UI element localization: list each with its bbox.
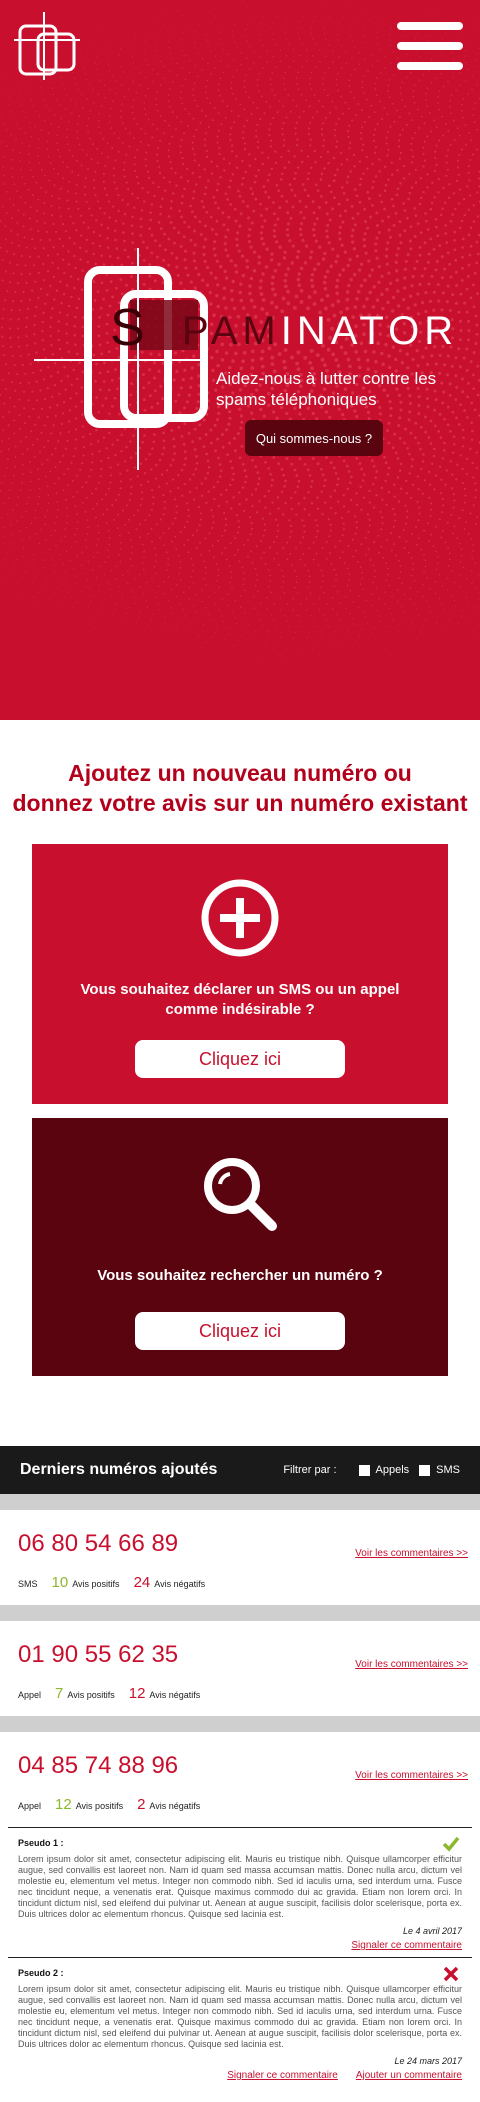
search-button[interactable]: Cliquez ici: [135, 1312, 345, 1350]
checkmark-icon: [442, 1836, 460, 1852]
view-comments-link[interactable]: Voir les commentaires >>: [355, 1548, 468, 1559]
search-card: Vous souhaitez rechercher un numéro ? Cl…: [32, 1118, 448, 1376]
declare-card: Vous souhaitez déclarer un SMS ou un app…: [32, 844, 448, 1104]
report-comment-link[interactable]: Signaler ce commentaire: [351, 1940, 462, 1951]
positive-count: 12: [55, 1796, 72, 1813]
number-type: SMS: [18, 1579, 38, 1589]
sms-checkbox[interactable]: [419, 1464, 431, 1476]
comment: Pseudo 2 : Lorem ipsum dolor sit amet, c…: [8, 1957, 472, 2087]
positive-label: Avis positifs: [67, 1690, 115, 1700]
about-button[interactable]: Qui sommes-nous ?: [245, 420, 383, 456]
calls-checkbox[interactable]: [358, 1464, 370, 1476]
negative-label: Avis négatifs: [149, 1690, 201, 1700]
brand-name: PAMINATOR: [182, 309, 458, 354]
comment-body: Lorem ipsum dolor sit amet, consectetur …: [18, 1984, 462, 2049]
add-comment-link[interactable]: Ajouter un commentaire: [356, 2070, 462, 2081]
view-comments-link[interactable]: Voir les commentaires >>: [355, 1659, 468, 1670]
declare-button[interactable]: Cliquez ici: [135, 1040, 345, 1078]
comment-body: Lorem ipsum dolor sit amet, consectetur …: [18, 1854, 462, 1919]
filter-calls[interactable]: Appels: [358, 1464, 410, 1476]
number-row: 06 80 54 66 89 Voir les commentaires >> …: [0, 1510, 480, 1605]
negative-count: 2: [137, 1796, 146, 1813]
negative-label: Avis négatifs: [149, 1801, 201, 1811]
phone-number: 04 85 74 88 96: [18, 1752, 179, 1779]
comments-section: Pseudo 1 : Lorem ipsum dolor sit amet, c…: [0, 1827, 480, 2087]
number-stats: Appel 12 Avis positifs 2 Avis négatifs: [18, 1796, 200, 1813]
comment-date: Le 4 avril 2017: [402, 1926, 462, 1936]
section-title: Ajoutez un nouveau numéro ou donnez votr…: [0, 758, 480, 818]
number-row: 01 90 55 62 35 Voir les commentaires >> …: [0, 1621, 480, 1716]
number-stats: SMS 10 Avis positifs 24 Avis négatifs: [18, 1574, 205, 1591]
search-text: Vous souhaitez rechercher un numéro ?: [97, 1267, 383, 1284]
positive-count: 10: [51, 1574, 69, 1591]
row-separator: [0, 1494, 480, 1510]
plus-circle-icon: [201, 879, 279, 957]
cross-icon: [443, 1966, 459, 1982]
declare-text: Vous souhaitez déclarer un SMS ou un app…: [80, 981, 400, 1018]
magnifier-icon: [204, 1158, 277, 1231]
hero-tagline: Aidez-nous à lutter contre les spams tél…: [216, 369, 437, 409]
comment-author: Pseudo 1 :: [18, 1838, 64, 1848]
latest-numbers: Derniers numéros ajoutés Filtrer par : A…: [0, 1446, 480, 1827]
comment-date: Le 24 mars 2017: [394, 2056, 462, 2066]
filter-sms-label: SMS: [436, 1464, 460, 1476]
number-type: Appel: [18, 1801, 42, 1811]
filter-sms[interactable]: SMS: [419, 1464, 460, 1476]
section-title-line1: Ajoutez un nouveau numéro ou: [68, 760, 412, 786]
positive-label: Avis positifs: [75, 1801, 124, 1811]
site-logo[interactable]: [14, 12, 80, 80]
positive-label: Avis positifs: [72, 1579, 120, 1589]
brand-logo-s: S: [110, 299, 145, 357]
comment: Pseudo 1 : Lorem ipsum dolor sit amet, c…: [8, 1827, 472, 1957]
comment-actions: Signaler ce commentaire Ajouter un commen…: [18, 2070, 462, 2081]
number-type: Appel: [18, 1690, 42, 1700]
phone-number: 01 90 55 62 35: [18, 1641, 179, 1668]
negative-count: 24: [133, 1574, 151, 1591]
brand-name-rest: INATOR: [280, 309, 459, 353]
comment-actions: Signaler ce commentaire: [18, 1940, 462, 1951]
list-header: Derniers numéros ajoutés Filtrer par : A…: [0, 1446, 480, 1494]
filter-calls-label: Appels: [375, 1464, 410, 1476]
brand-name-pam: PAM: [182, 309, 281, 353]
list-title: Derniers numéros ajoutés: [20, 1461, 218, 1478]
menu-icon[interactable]: [397, 22, 463, 70]
comment-author: Pseudo 2 :: [18, 1968, 64, 1978]
filter-label: Filtrer par :: [283, 1464, 337, 1476]
number-stats: Appel 7 Avis positifs 12 Avis négatifs: [18, 1685, 200, 1702]
negative-label: Avis négatifs: [154, 1579, 206, 1589]
report-comment-link[interactable]: Signaler ce commentaire: [227, 2070, 338, 2081]
hero-banner: S PAMINATOR Aidez-nous à lutter contre l…: [0, 0, 480, 720]
row-separator: [0, 1605, 480, 1621]
add-number-section: Ajoutez un nouveau numéro ou donnez votr…: [0, 720, 480, 1376]
section-title-line2: donnez votre avis sur un numéro existant: [12, 790, 468, 816]
number-row: 04 85 74 88 96 Voir les commentaires >> …: [0, 1732, 480, 1827]
row-separator: [0, 1716, 480, 1732]
view-comments-link[interactable]: Voir les commentaires >>: [355, 1770, 468, 1781]
positive-count: 7: [55, 1685, 64, 1702]
negative-count: 12: [128, 1685, 146, 1702]
phone-number: 06 80 54 66 89: [18, 1530, 179, 1557]
